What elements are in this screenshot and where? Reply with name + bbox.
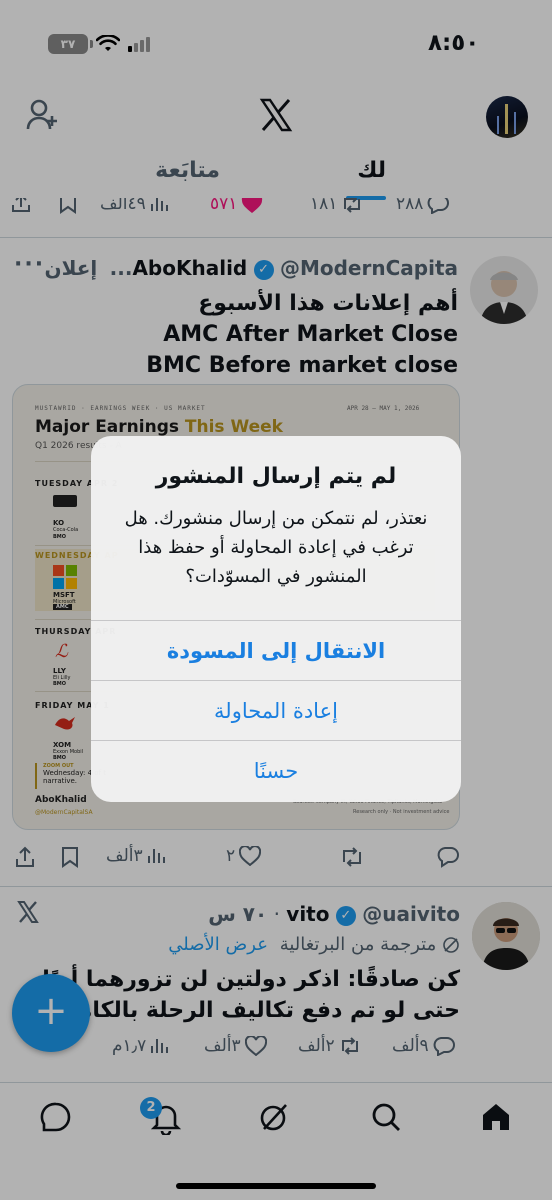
go-to-draft-button[interactable]: الانتقال إلى المسودة [91,620,461,680]
ok-button[interactable]: حسنًا [91,740,461,800]
retry-button[interactable]: إعادة المحاولة [91,680,461,740]
alert-dialog: لم يتم إرسال المنشور نعتذر، لم نتمكن من … [91,436,461,802]
dialog-message: نعتذر، لم نتمكن من إرسال منشورك. هل ترغب… [124,508,428,587]
dialog-title: لم يتم إرسال المنشور [155,464,397,489]
